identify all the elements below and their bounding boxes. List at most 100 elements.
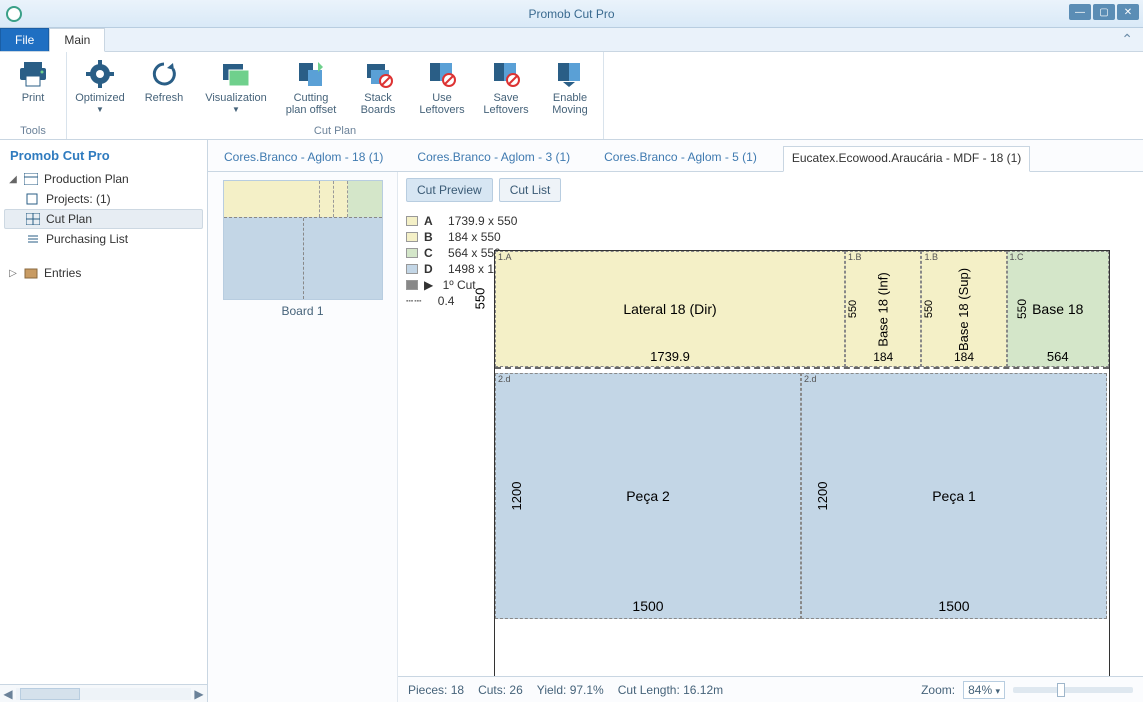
dim-h: 550 <box>1015 299 1029 319</box>
scroll-right-icon[interactable]: ▶ <box>191 687 207 701</box>
use-leftovers-button[interactable]: Use Leftovers <box>415 56 469 123</box>
scroll-left-icon[interactable]: ◀ <box>0 687 16 701</box>
optimized-button[interactable]: Optimized ▼ <box>73 56 127 123</box>
piece-B2[interactable]: 1.B Base 18 (Sup) 550 184 <box>921 251 1006 367</box>
ribbon-group-tools: Tools <box>6 123 60 137</box>
tree-production-plan[interactable]: ◢ Production Plan <box>4 169 203 189</box>
canvas[interactable]: 550 1.A Lateral 18 (Dir) 1739.9 1.B Base… <box>398 208 1143 676</box>
plan-panel: Cut Preview Cut List A 1739.9 x 550 B 18… <box>398 172 1143 702</box>
dim-h: 550 <box>847 300 859 318</box>
dim-h: 1200 <box>509 482 524 511</box>
tree-label: Cut Plan <box>46 212 92 226</box>
app-icon <box>6 6 22 22</box>
cutting-plan-offset-button[interactable]: Cutting plan offset <box>281 56 341 123</box>
main-tab[interactable]: Main <box>49 28 105 52</box>
cutting-offset-label: Cutting plan offset <box>286 92 337 116</box>
board-thumbnail[interactable] <box>223 180 383 300</box>
refresh-button[interactable]: Refresh <box>137 56 191 123</box>
sidebar-scrollbar[interactable]: ◀ ▶ <box>0 684 207 702</box>
dim-w: 184 <box>954 350 974 364</box>
dim-w: 1739.9 <box>650 349 690 364</box>
cut-list-button[interactable]: Cut List <box>499 178 562 202</box>
piece-label: Base 18 (Inf) <box>876 272 891 346</box>
slider-knob[interactable] <box>1057 683 1065 697</box>
tree-entries[interactable]: ▷ Entries <box>4 263 203 283</box>
zoom-slider[interactable] <box>1013 687 1133 693</box>
dim-h: 1200 <box>815 482 830 511</box>
ribbon-group-cutplan: Cut Plan <box>73 123 597 137</box>
maximize-button[interactable]: ▢ <box>1093 4 1115 20</box>
gear-icon <box>84 58 116 90</box>
sidebar-title: Promob Cut Pro <box>0 140 207 167</box>
file-menu[interactable]: File <box>0 28 49 51</box>
piece-label: Lateral 18 (Dir) <box>623 301 716 317</box>
material-tabs: Cores.Branco - Aglom - 18 (1) Cores.Bran… <box>208 140 1143 172</box>
status-cuts-value: 26 <box>509 683 522 697</box>
status-cuts-label: Cuts: <box>478 683 506 697</box>
optimized-label: Optimized <box>75 92 125 104</box>
status-pieces-value: 18 <box>451 683 464 697</box>
dim-w: 1500 <box>632 598 663 614</box>
refresh-label: Refresh <box>145 92 184 104</box>
status-pieces-label: Pieces: <box>408 683 447 697</box>
refresh-icon <box>148 58 180 90</box>
offset-icon <box>295 58 327 90</box>
visualization-button[interactable]: Visualization ▼ <box>201 56 271 123</box>
tree-label: Projects: (1) <box>46 192 111 206</box>
plan-icon <box>24 173 38 185</box>
use-leftovers-label: Use Leftovers <box>419 92 464 116</box>
material-tab-2[interactable]: Cores.Branco - Aglom - 5 (1) <box>596 146 765 171</box>
piece-id: 1.B <box>848 252 862 262</box>
piece-label: Peça 1 <box>932 488 976 504</box>
scroll-thumb[interactable] <box>20 688 80 700</box>
piece-label: Base 18 (Sup) <box>956 267 971 350</box>
axis-label: 550 <box>472 288 487 310</box>
cut-preview-button[interactable]: Cut Preview <box>406 178 493 202</box>
enable-moving-label: Enable Moving <box>552 92 587 116</box>
chevron-down-icon: ◢ <box>8 174 18 185</box>
chevron-down-icon: ▾ <box>995 686 1000 696</box>
piece-label: Base 18 <box>1032 301 1083 317</box>
piece-id: 2.d <box>498 374 511 384</box>
box-icon <box>24 267 38 279</box>
status-bar: Pieces: 18 Cuts: 26 Yield: 97.1% Cut Len… <box>398 676 1143 702</box>
enable-moving-button[interactable]: Enable Moving <box>543 56 597 123</box>
stack-boards-button[interactable]: Stack Boards <box>351 56 405 123</box>
tree-purchasing-list[interactable]: Purchasing List <box>4 229 203 249</box>
piece-D1[interactable]: 2.d Peça 2 1200 1500 <box>495 373 801 619</box>
chevron-right-icon: ▷ <box>8 268 18 279</box>
print-label: Print <box>22 92 45 104</box>
chevron-down-icon: ▼ <box>232 105 240 114</box>
dim-w: 184 <box>873 350 893 364</box>
minimize-button[interactable]: — <box>1069 4 1091 20</box>
save-leftovers-icon <box>490 58 522 90</box>
piece-D2[interactable]: 2.d Peça 1 1200 1500 <box>801 373 1107 619</box>
collapse-ribbon-icon[interactable]: ⌃ <box>1121 31 1133 51</box>
tree: ◢ Production Plan Projects: (1) Cut Plan… <box>0 167 207 684</box>
zoom-select[interactable]: 84% ▾ <box>963 681 1005 699</box>
boards-panel: Board 1 <box>208 172 398 702</box>
piece-A[interactable]: 1.A Lateral 18 (Dir) 1739.9 <box>495 251 845 367</box>
menu-bar: File Main ⌃ <box>0 28 1143 52</box>
piece-C[interactable]: 1.C Base 18 550 564 <box>1007 251 1109 367</box>
print-button[interactable]: Print <box>6 56 60 123</box>
piece-B1[interactable]: 1.B Base 18 (Inf) 550 184 <box>845 251 921 367</box>
material-tab-3[interactable]: Eucatex.Ecowood.Araucária - MDF - 18 (1) <box>783 146 1030 172</box>
grid-icon <box>26 213 40 225</box>
save-leftovers-label: Save Leftovers <box>483 92 528 116</box>
piece-id: 1.A <box>498 252 512 262</box>
tree-projects[interactable]: Projects: (1) <box>4 189 203 209</box>
material-tab-0[interactable]: Cores.Branco - Aglom - 18 (1) <box>216 146 391 171</box>
zoom-label: Zoom: <box>921 683 955 697</box>
piece-id: 1.C <box>1010 252 1024 262</box>
material-tab-1[interactable]: Cores.Branco - Aglom - 3 (1) <box>409 146 578 171</box>
visualization-label: Visualization <box>205 92 267 104</box>
tree-cut-plan[interactable]: Cut Plan <box>4 209 203 229</box>
move-icon <box>554 58 586 90</box>
close-button[interactable]: ✕ <box>1117 4 1139 20</box>
dim-h: 550 <box>924 300 936 318</box>
save-leftovers-button[interactable]: Save Leftovers <box>479 56 533 123</box>
tree-label: Entries <box>44 266 81 280</box>
board-label: Board 1 <box>216 304 389 318</box>
title-bar: Promob Cut Pro — ▢ ✕ <box>0 0 1143 28</box>
